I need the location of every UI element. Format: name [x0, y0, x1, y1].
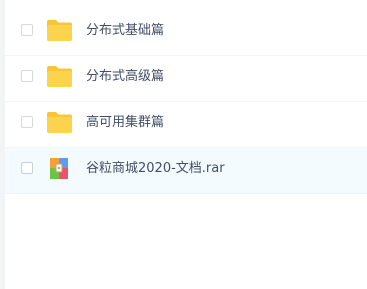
file-row[interactable]: 高可用集群篇	[5, 102, 367, 148]
row-checkbox[interactable]	[21, 162, 33, 174]
folder-icon	[47, 20, 72, 41]
file-row[interactable]: 谷粒商城2020-文档.rar	[5, 148, 367, 194]
folder-icon	[47, 66, 72, 87]
row-checkbox[interactable]	[21, 70, 33, 82]
file-name[interactable]: 谷粒商城2020-文档.rar	[86, 160, 225, 178]
archive-icon	[50, 158, 68, 179]
file-name[interactable]: 分布式基础篇	[86, 22, 164, 40]
row-checkbox[interactable]	[21, 24, 33, 36]
file-row[interactable]: 分布式基础篇	[5, 10, 367, 56]
file-name[interactable]: 分布式高级篇	[86, 68, 164, 86]
file-list: 分布式基础篇 分布式高级篇 高可用集群篇 谷粒商城2020-文档.rar	[5, 10, 367, 194]
folder-icon	[47, 112, 72, 133]
row-checkbox[interactable]	[21, 116, 33, 128]
file-row[interactable]: 分布式高级篇	[5, 56, 367, 102]
file-name[interactable]: 高可用集群篇	[86, 114, 164, 132]
